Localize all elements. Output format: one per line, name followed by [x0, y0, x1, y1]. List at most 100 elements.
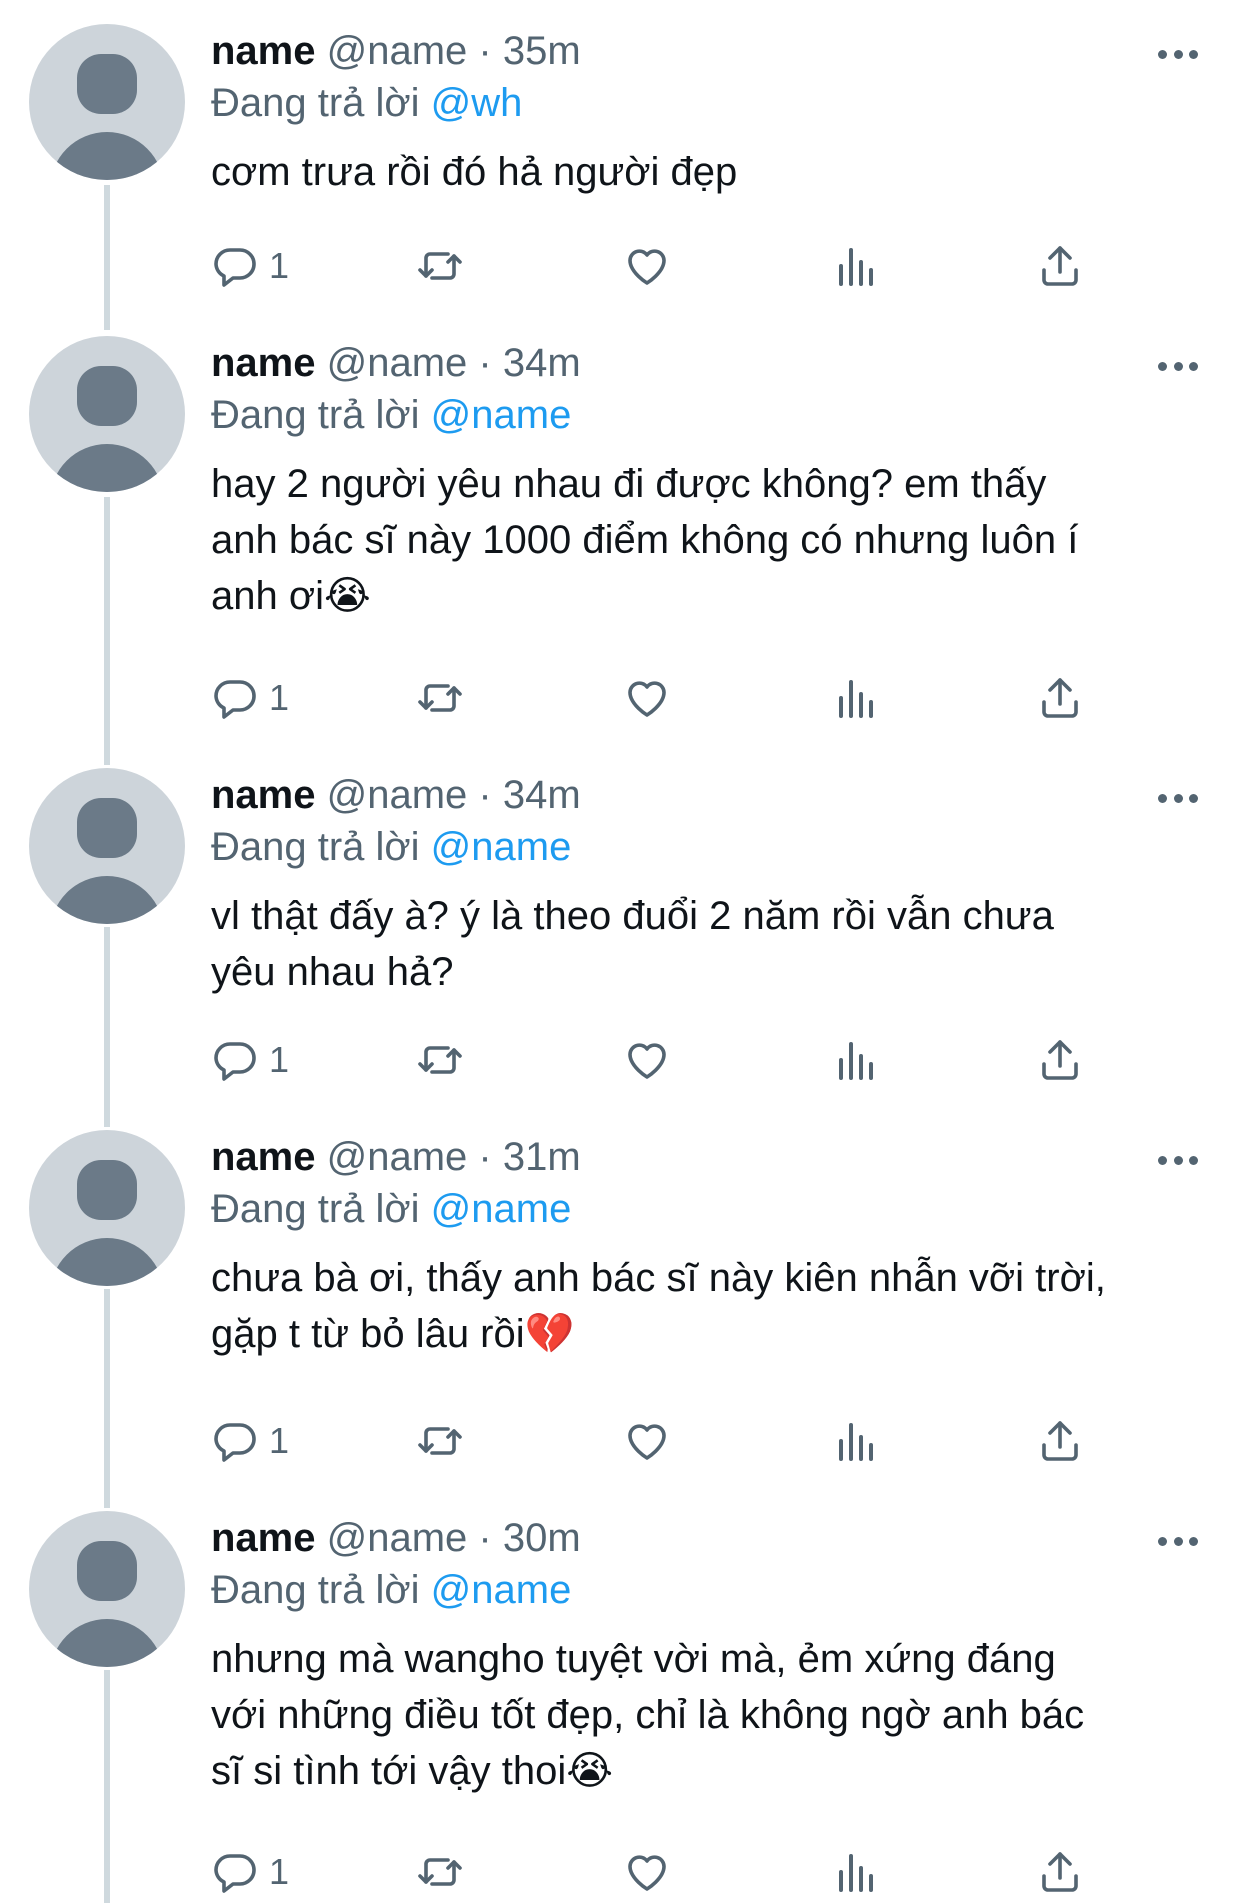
retweet-button[interactable]: [416, 1411, 464, 1471]
timestamp[interactable]: 31m: [503, 1135, 581, 1179]
tweet-header: name @name · 30m: [211, 1513, 581, 1563]
display-name[interactable]: name: [211, 1516, 316, 1560]
reply-count: 1: [269, 677, 290, 718]
avatar[interactable]: [29, 336, 185, 492]
retweet-icon: [416, 1848, 464, 1896]
reply-icon: [211, 1036, 259, 1084]
mention-link[interactable]: @name: [431, 1187, 572, 1231]
mention-link[interactable]: @name: [431, 825, 572, 869]
mention-link[interactable]: @wh: [431, 81, 523, 125]
like-icon: [623, 1848, 671, 1896]
replying-to: Đang trả lời @name: [211, 390, 571, 440]
replying-to: Đang trả lời @name: [211, 1565, 571, 1615]
tweet-header: name @name · 35m: [211, 26, 581, 76]
avatar-body-shape: [50, 1619, 164, 1667]
share-button[interactable]: [1036, 1411, 1084, 1471]
like-icon: [623, 674, 671, 722]
more-icon[interactable]: [1158, 360, 1198, 372]
views-button[interactable]: [831, 1030, 879, 1090]
reply-count: 1: [269, 245, 290, 286]
user-handle[interactable]: @name: [327, 341, 468, 385]
tweet-text: cơm trưa rồi đó hả người đẹp: [211, 150, 738, 194]
avatar-head-shape: [77, 54, 137, 114]
like-button[interactable]: [623, 236, 671, 296]
mention-link[interactable]: @name: [431, 1568, 572, 1612]
mention-link[interactable]: @name: [431, 393, 572, 437]
like-button[interactable]: [623, 668, 671, 728]
views-button[interactable]: [831, 668, 879, 728]
views-icon: [831, 1848, 879, 1896]
tweet-header: name @name · 31m: [211, 1132, 581, 1182]
avatar-body-shape: [50, 444, 164, 492]
reply-icon: [211, 1417, 259, 1465]
avatar[interactable]: [29, 768, 185, 924]
replying-to-label: Đang trả lời: [211, 81, 420, 125]
user-handle[interactable]: @name: [327, 773, 468, 817]
reply-button[interactable]: 1: [211, 668, 289, 728]
avatar-head-shape: [77, 798, 137, 858]
timestamp[interactable]: 34m: [503, 773, 581, 817]
tweet-actions: 1: [211, 236, 1111, 296]
like-button[interactable]: [623, 1842, 671, 1902]
reply-button[interactable]: 1: [211, 236, 289, 296]
more-icon[interactable]: [1158, 1535, 1198, 1547]
separator-dot: ·: [478, 341, 492, 385]
tweet-text: chưa bà ơi, thấy anh bác sĩ này kiên nhẫ…: [211, 1256, 1106, 1356]
replying-to-label: Đang trả lời: [211, 825, 420, 869]
views-button[interactable]: [831, 236, 879, 296]
replying-to-label: Đang trả lời: [211, 393, 420, 437]
separator-dot: ·: [478, 1135, 492, 1179]
reply-button[interactable]: 1: [211, 1030, 289, 1090]
more-icon[interactable]: [1158, 48, 1198, 60]
display-name[interactable]: name: [211, 1135, 316, 1179]
timestamp[interactable]: 30m: [503, 1516, 581, 1560]
reply-count: 1: [269, 1039, 290, 1080]
retweet-button[interactable]: [416, 1030, 464, 1090]
tweet-actions: 1: [211, 1842, 1111, 1902]
retweet-button[interactable]: [416, 668, 464, 728]
avatar-body-shape: [50, 1238, 164, 1286]
separator-dot: ·: [478, 29, 492, 73]
tweet-actions: 1: [211, 1411, 1111, 1471]
user-handle[interactable]: @name: [327, 1516, 468, 1560]
user-handle[interactable]: @name: [327, 1135, 468, 1179]
thread-connector-line: [104, 497, 110, 765]
retweet-icon: [416, 674, 464, 722]
retweet-button[interactable]: [416, 1842, 464, 1902]
like-button[interactable]: [623, 1411, 671, 1471]
tweet-text: vl thật đấy à? ý là theo đuổi 2 năm rồi …: [211, 894, 1054, 994]
share-button[interactable]: [1036, 236, 1084, 296]
share-button[interactable]: [1036, 1842, 1084, 1902]
views-icon: [831, 674, 879, 722]
reply-button[interactable]: 1: [211, 1411, 289, 1471]
views-button[interactable]: [831, 1411, 879, 1471]
tweet-actions: 1: [211, 668, 1111, 728]
avatar-head-shape: [77, 1160, 137, 1220]
reply-count: 1: [269, 1851, 290, 1892]
more-icon[interactable]: [1158, 792, 1198, 804]
views-icon: [831, 1417, 879, 1465]
replying-to-label: Đang trả lời: [211, 1568, 420, 1612]
avatar[interactable]: [29, 1130, 185, 1286]
user-handle[interactable]: @name: [327, 29, 468, 73]
more-icon[interactable]: [1158, 1154, 1198, 1166]
share-button[interactable]: [1036, 668, 1084, 728]
display-name[interactable]: name: [211, 773, 316, 817]
like-button[interactable]: [623, 1030, 671, 1090]
share-icon: [1036, 1036, 1084, 1084]
timestamp[interactable]: 34m: [503, 341, 581, 385]
display-name[interactable]: name: [211, 341, 316, 385]
reply-button[interactable]: 1: [211, 1842, 289, 1902]
avatar[interactable]: [29, 24, 185, 180]
reply-icon: [211, 242, 259, 290]
views-button[interactable]: [831, 1842, 879, 1902]
tweet-header: name @name · 34m: [211, 770, 581, 820]
avatar[interactable]: [29, 1511, 185, 1667]
retweet-button[interactable]: [416, 236, 464, 296]
timestamp[interactable]: 35m: [503, 29, 581, 73]
display-name[interactable]: name: [211, 29, 316, 73]
avatar-body-shape: [50, 132, 164, 180]
tweet-text: nhưng mà wangho tuyệt vời mà, ẻm xứng đá…: [211, 1637, 1085, 1793]
share-button[interactable]: [1036, 1030, 1084, 1090]
avatar-body-shape: [50, 876, 164, 924]
